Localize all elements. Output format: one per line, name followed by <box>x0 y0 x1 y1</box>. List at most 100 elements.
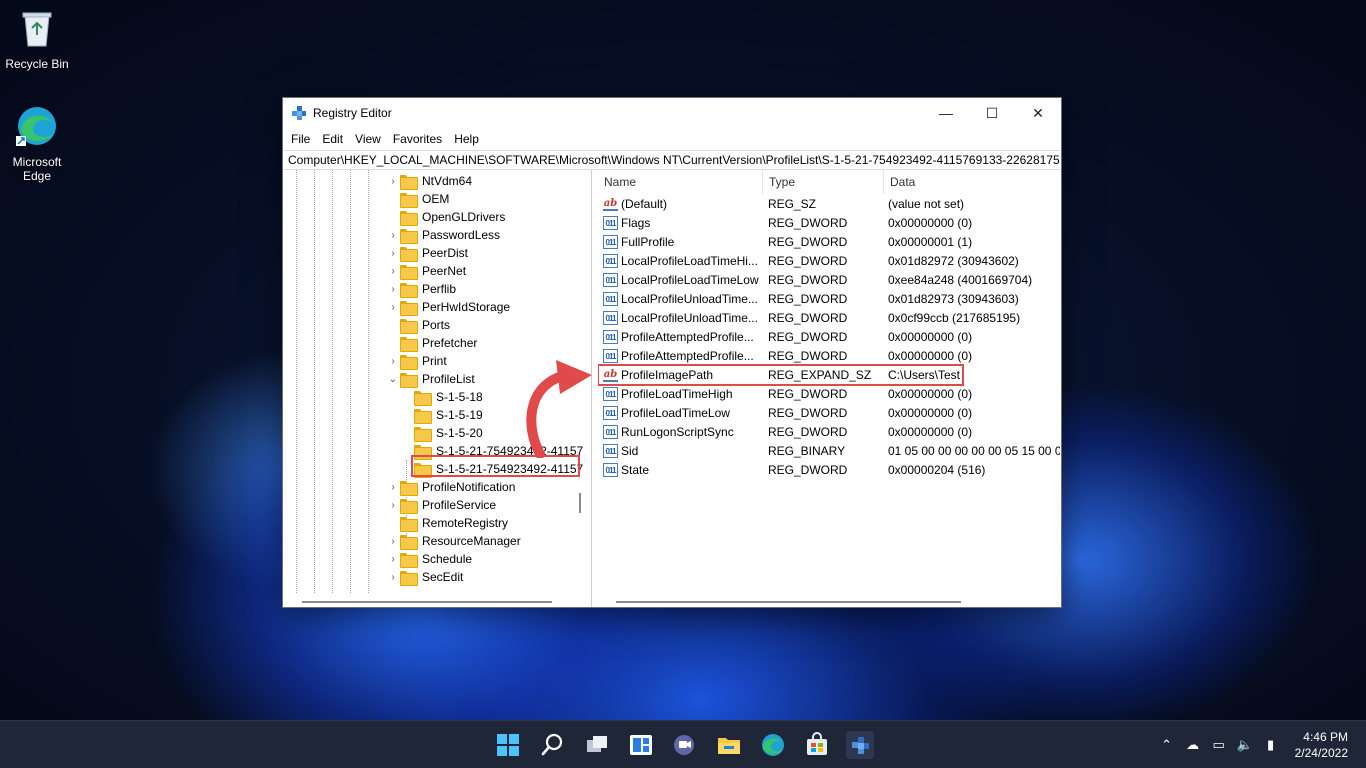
menu-help[interactable]: Help <box>448 132 485 146</box>
tree-item[interactable]: › ProfileNotification <box>388 478 515 496</box>
tree-item[interactable]: › PasswordLess <box>388 226 500 244</box>
tree-horizontal-scrollbar[interactable] <box>302 601 552 603</box>
value-row[interactable]: 011 ProfileLoadTimeHigh REG_DWORD 0x0000000… <box>598 385 1060 404</box>
tree-item-label: ProfileService <box>422 498 497 512</box>
tree-item[interactable]: › Perflib <box>388 280 456 298</box>
tree-item[interactable]: S-1-5-18 <box>414 388 483 406</box>
maximize-button[interactable]: ☐ <box>969 98 1015 128</box>
chevron-right-icon[interactable]: › <box>388 356 398 367</box>
column-header-data[interactable]: Data <box>884 170 1060 194</box>
value-row[interactable]: 011 State REG_DWORD 0x00000204 (516) <box>598 461 1060 480</box>
value-row[interactable]: 011 ProfileLoadTimeLow REG_DWORD 0x00000000… <box>598 404 1060 423</box>
tree-item[interactable]: Ports <box>388 316 450 334</box>
binary-value-icon: 011 <box>603 349 618 363</box>
tree-item-label: ProfileNotification <box>422 480 516 494</box>
chevron-right-icon[interactable]: › <box>388 176 398 187</box>
minimize-button[interactable]: — <box>923 98 969 128</box>
search-icon[interactable] <box>538 731 566 759</box>
value-row[interactable]: 011 LocalProfileUnloadTime... REG_DWORD 0x0… <box>598 290 1060 309</box>
window-title: Registry Editor <box>313 106 392 120</box>
value-name: ProfileAttemptedProfile... <box>621 330 754 344</box>
desktop-icon-edge[interactable]: Microsoft Edge <box>0 104 74 183</box>
chevron-right-icon[interactable]: › <box>388 536 398 547</box>
tree-vertical-scrollbar[interactable] <box>579 493 581 513</box>
tree-item[interactable]: S-1-5-20 <box>414 424 483 442</box>
value-row[interactable]: 011 LocalProfileLoadTimeLow REG_DWORD 0xee8… <box>598 271 1060 290</box>
clock[interactable]: 4:46 PM 2/24/2022 <box>1295 729 1348 761</box>
display-icon[interactable]: ▭ <box>1209 735 1229 755</box>
menu-favorites[interactable]: Favorites <box>387 132 448 146</box>
tree-item[interactable]: ⌄ ProfileList <box>388 370 475 388</box>
value-row[interactable]: 011 RunLogonScriptSync REG_DWORD 0x00000000… <box>598 423 1060 442</box>
recycle-bin-icon <box>22 12 52 47</box>
value-type: REG_BINARY <box>768 444 846 458</box>
start-icon[interactable] <box>494 731 522 759</box>
tree-item[interactable]: Prefetcher <box>388 334 477 352</box>
widgets-icon[interactable] <box>627 731 655 759</box>
value-row[interactable]: 011 ProfileAttemptedProfile... REG_DWORD 0x… <box>598 328 1060 347</box>
tree-item-label: OEM <box>422 192 450 206</box>
chevron-up-icon[interactable]: ⌃ <box>1157 735 1177 755</box>
value-row[interactable]: 011 LocalProfileLoadTimeHi... REG_DWORD 0x0… <box>598 252 1060 271</box>
values-list[interactable]: Name Type Data ab (Default) REG_SZ (value n… <box>598 170 1060 607</box>
tree-item[interactable]: › Print <box>388 352 447 370</box>
tree-item[interactable]: › PerHwIdStorage <box>388 298 510 316</box>
value-row[interactable]: 011 LocalProfileUnloadTime... REG_DWORD 0x0… <box>598 309 1060 328</box>
tree-item[interactable]: OEM <box>388 190 449 208</box>
value-row[interactable]: 011 Sid REG_BINARY 01 05 00 00 00 00 00 05 … <box>598 442 1060 461</box>
chat-icon[interactable] <box>671 731 699 759</box>
chevron-right-icon[interactable]: › <box>388 500 398 511</box>
task-view-icon[interactable] <box>583 731 611 759</box>
menu-view[interactable]: View <box>349 132 387 146</box>
value-type: REG_DWORD <box>768 311 848 325</box>
tree-item[interactable]: › NtVdm64 <box>388 172 472 190</box>
network-off-icon[interactable]: ☁ <box>1183 735 1203 755</box>
tree-item[interactable]: RemoteRegistry <box>388 514 508 532</box>
volume-icon[interactable]: 🔈 <box>1235 735 1255 755</box>
column-header-type[interactable]: Type <box>763 170 884 194</box>
tree-item-label: PeerNet <box>422 264 467 278</box>
tree-item[interactable]: › SecEdit <box>388 568 463 586</box>
column-header-name[interactable]: Name <box>598 170 763 194</box>
menu-edit[interactable]: Edit <box>316 132 349 146</box>
chevron-right-icon[interactable]: › <box>388 248 398 259</box>
value-row[interactable]: 011 FullProfile REG_DWORD 0x00000001 (1) <box>598 233 1060 252</box>
tree-item[interactable]: › PeerDist <box>388 244 468 262</box>
tree-item-label: RemoteRegistry <box>422 516 509 530</box>
chevron-right-icon[interactable]: › <box>388 266 398 277</box>
chevron-right-icon[interactable]: › <box>388 482 398 493</box>
chevron-right-icon[interactable]: › <box>388 554 398 565</box>
value-data: 0x00000001 (1) <box>888 235 973 249</box>
tree-item[interactable]: S-1-5-19 <box>414 406 483 424</box>
battery-icon[interactable]: ▮ <box>1261 735 1281 755</box>
folder-icon <box>400 264 418 280</box>
tree-item-label: ResourceManager <box>422 534 521 548</box>
address-bar[interactable]: Computer\HKEY_LOCAL_MACHINE\SOFTWARE\Mic… <box>284 150 1060 170</box>
chevron-down-icon[interactable]: ⌄ <box>388 374 398 385</box>
chevron-right-icon[interactable]: › <box>388 302 398 313</box>
value-name: State <box>621 463 650 477</box>
title-bar[interactable]: Registry Editor — ☐ ✕ <box>283 98 1061 128</box>
tree-item[interactable]: OpenGLDrivers <box>388 208 505 226</box>
value-data: 0x00000000 (0) <box>888 349 973 363</box>
store-icon[interactable] <box>803 731 831 759</box>
tree-item[interactable]: › ResourceManager <box>388 532 521 550</box>
close-button[interactable]: ✕ <box>1015 98 1061 128</box>
edge-icon[interactable] <box>759 731 787 759</box>
tree-item[interactable]: › ProfileService <box>388 496 496 514</box>
desktop-icon-recycle-bin[interactable]: Recycle Bin <box>0 6 74 71</box>
chevron-right-icon[interactable]: › <box>388 230 398 241</box>
chevron-right-icon[interactable]: › <box>388 572 398 583</box>
menu-file[interactable]: File <box>285 132 316 146</box>
tree-item[interactable]: › PeerNet <box>388 262 466 280</box>
tree-item-label: PerHwIdStorage <box>422 300 511 314</box>
chevron-right-icon[interactable]: › <box>388 284 398 295</box>
value-row[interactable]: 011 Flags REG_DWORD 0x00000000 (0) <box>598 214 1060 233</box>
tree-item[interactable]: › Schedule <box>388 550 472 568</box>
values-horizontal-scrollbar[interactable] <box>616 601 961 603</box>
tree-item-label: OpenGLDrivers <box>422 210 506 224</box>
file-explorer-icon[interactable] <box>715 731 743 759</box>
value-row[interactable]: ab (Default) REG_SZ (value not set) <box>598 195 1060 214</box>
value-type: REG_DWORD <box>768 330 848 344</box>
registry-editor-icon[interactable] <box>846 731 874 759</box>
